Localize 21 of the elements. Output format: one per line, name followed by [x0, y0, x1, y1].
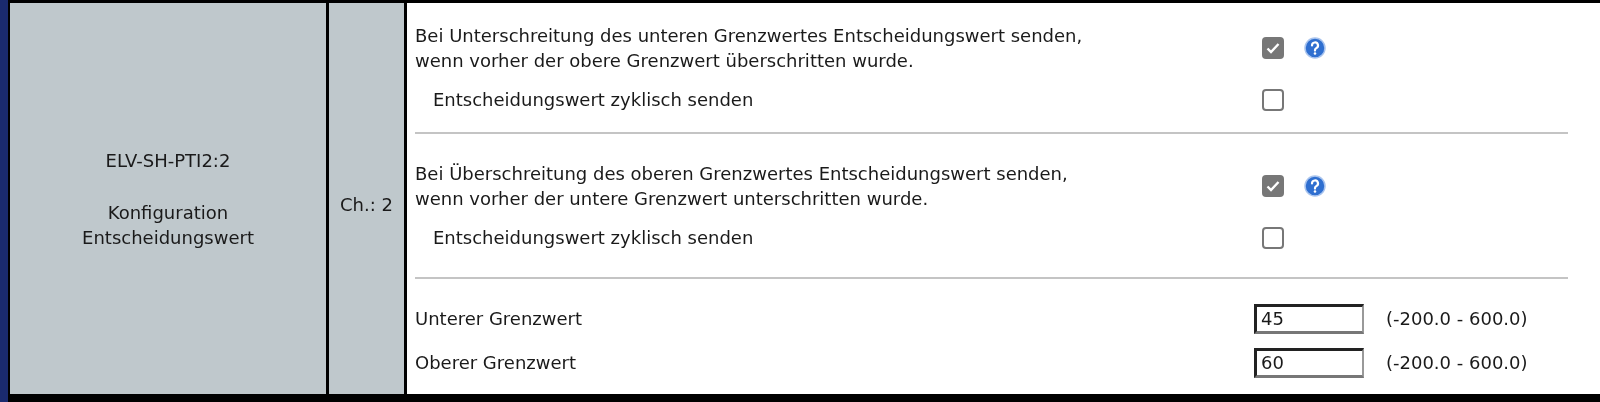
- range-hint: (-200.0 - 600.0): [1386, 351, 1528, 375]
- checkmark-icon: [1266, 180, 1280, 192]
- option-label: Entscheidungswert zyklisch senden: [432, 88, 755, 112]
- checkbox[interactable]: [1262, 37, 1284, 59]
- field-label: Unterer Grenzwert: [415, 307, 584, 331]
- option-label: Entscheidungswert zyklisch senden: [432, 226, 755, 250]
- help-icon[interactable]: [1304, 37, 1326, 59]
- option-label: Bei Überschreitung des oberen Grenzwertes Entscheidungswert senden, wenn vorher der untere Grenzwert unterschritten wurde.: [415, 162, 1069, 211]
- input-field[interactable]: 60: [1254, 347, 1364, 378]
- device-description: Konfiguration Entscheidungswert: [82, 201, 254, 250]
- help-icon[interactable]: [1304, 175, 1326, 197]
- checkbox[interactable]: [1262, 175, 1284, 197]
- channel-label: Ch.: 2: [340, 193, 393, 217]
- field-label: Oberer Grenzwert: [415, 351, 577, 375]
- range-hint: (-200.0 - 600.0): [1386, 307, 1528, 331]
- input-field[interactable]: 45: [1254, 303, 1364, 334]
- checkbox[interactable]: [1262, 88, 1284, 111]
- checkmark-icon: [1266, 42, 1280, 54]
- option-label: Bei Unterschreitung des unteren Grenzwertes Entscheidungswert senden, wenn vorher der obere Grenzwert überschritten wurde.: [415, 24, 1084, 73]
- checkbox[interactable]: [1262, 226, 1284, 249]
- device-name: ELV-SH-PTI2:2: [105, 149, 231, 173]
